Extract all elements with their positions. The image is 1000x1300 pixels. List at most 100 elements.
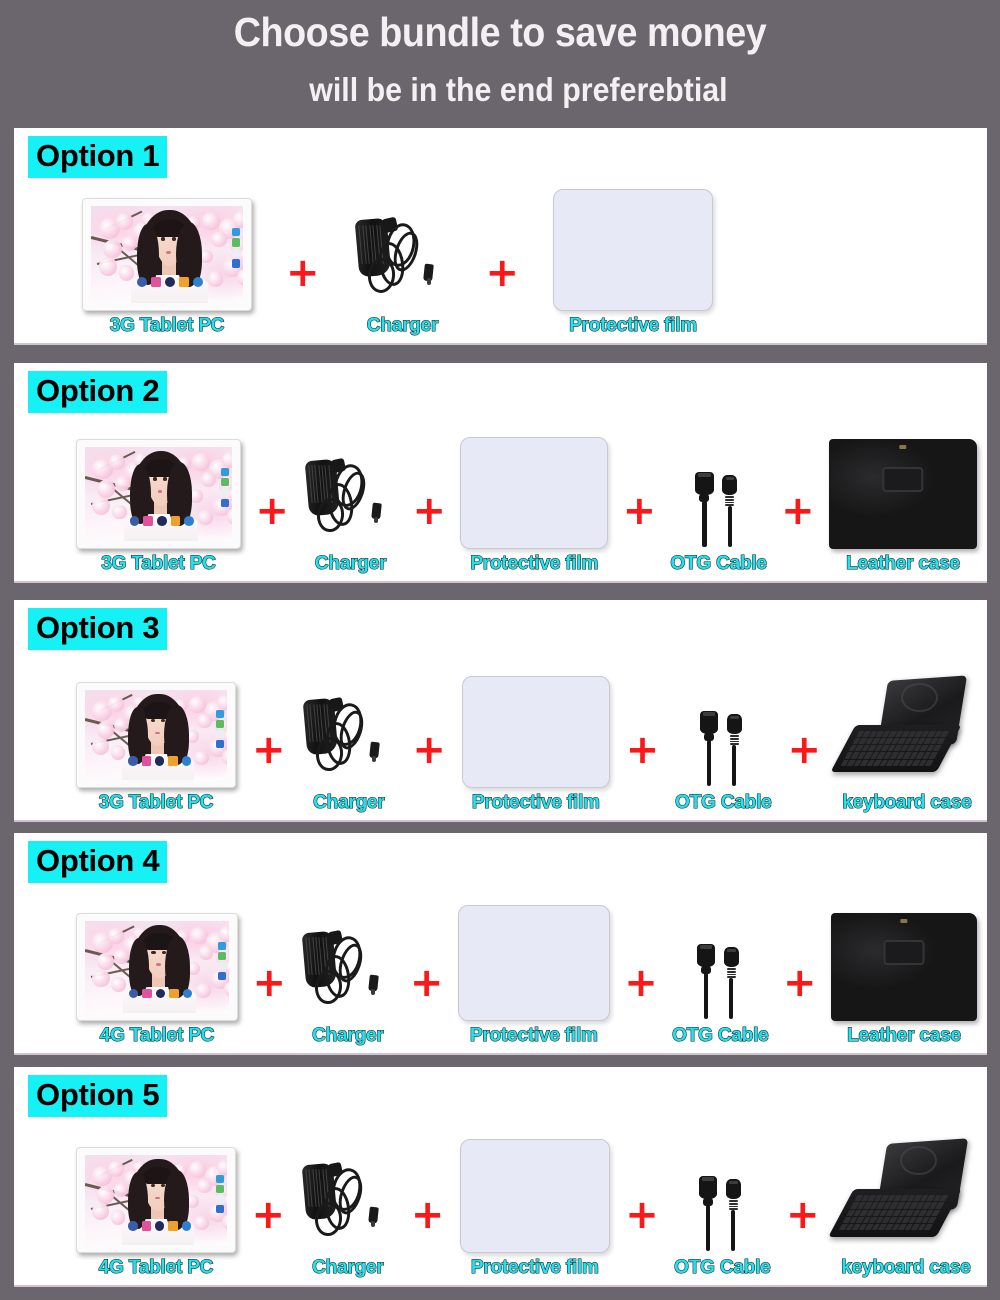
dock-icon: [143, 516, 154, 526]
bundle-item-label: keyboard case: [841, 1256, 972, 1278]
bundle-item[interactable]: OTG Cable: [675, 709, 772, 814]
bundle-item[interactable]: 3G Tablet PC: [76, 682, 236, 814]
cherry-blossom: [111, 504, 127, 520]
cherry-blossom: [113, 1182, 129, 1197]
option-row[interactable]: Option 3 3G Tablet PC + Charger + Protective …: [14, 600, 987, 822]
dock-icon: [141, 756, 151, 766]
bundle-item-label: keyboard case: [842, 791, 973, 813]
eye-right: [163, 477, 168, 481]
bundle-item[interactable]: Charger: [300, 926, 395, 1047]
otg-usb-cord: [703, 972, 709, 1019]
dock-icon: [128, 1221, 138, 1231]
bundle-item[interactable]: Charger: [300, 1158, 395, 1279]
option-row[interactable]: Option 4 4G Tablet PC + Charger + Protective …: [14, 833, 987, 1055]
bundle-item[interactable]: Protective film: [460, 437, 609, 575]
app-icon-column: [216, 710, 224, 748]
dock-icon: [157, 516, 167, 526]
charger-connector-tip: [373, 516, 379, 524]
bundle-item-label: Leather case: [846, 552, 961, 574]
cherry-blossom: [222, 451, 232, 469]
bundle-item[interactable]: OTG Cable: [670, 470, 768, 575]
bundle-item[interactable]: 3G Tablet PC: [82, 198, 252, 337]
bundle-item[interactable]: Charger: [303, 454, 398, 575]
tablet-camera-icon: [152, 443, 166, 456]
bundle-item[interactable]: Charger: [354, 213, 452, 337]
bundle-item[interactable]: Protective film: [459, 1139, 610, 1279]
bundle-item[interactable]: Charger: [301, 693, 396, 814]
cherry-blossom: [217, 1159, 227, 1176]
bundle-items: 3G Tablet PC + Charger + Protective film + OTG…: [14, 642, 987, 814]
cherry-blossom: [192, 452, 211, 471]
bundle-item-image: [76, 1147, 236, 1253]
cherry-blossom: [190, 926, 208, 945]
cherry-blossom: [103, 239, 122, 259]
cherry-blossom: [221, 748, 227, 765]
option-row[interactable]: Option 2 3G Tablet PC + Charger + Protective …: [14, 363, 987, 583]
bundle-item[interactable]: 4G Tablet PC: [76, 1147, 236, 1279]
bundle-item-image: [459, 1139, 610, 1253]
dock: [137, 277, 204, 288]
bundle-item[interactable]: Leather case: [828, 439, 977, 575]
otg-micro-port-opening: [727, 948, 736, 952]
bundle-item-image: [76, 913, 238, 1021]
bundle-item-image: [301, 693, 396, 788]
dock: [129, 516, 195, 526]
bundle-item[interactable]: Protective film: [457, 905, 610, 1047]
cherry-blossom: [237, 269, 243, 287]
otg-usb-port-opening: [699, 945, 713, 950]
otg-micro-cord: [731, 1210, 736, 1251]
bundle-item[interactable]: Protective film: [553, 189, 714, 337]
bundle-items: 4G Tablet PC + Charger + Protective film + OTG…: [14, 875, 987, 1047]
tablet-camera-icon: [149, 686, 163, 699]
dock-icon: [154, 756, 165, 766]
option-row[interactable]: Option 5 4G Tablet PC + Charger + Protective …: [14, 1067, 987, 1287]
cherry-blossom: [114, 475, 130, 491]
cherry-blossom: [108, 696, 124, 713]
cherry-blossom: [223, 981, 229, 998]
otg-cable-icon: [688, 470, 750, 549]
bundle-item-image: [76, 439, 241, 549]
option-badge: Option 1: [28, 136, 168, 178]
otg-micro-port-opening: [725, 476, 734, 480]
plus-icon: +: [251, 1192, 285, 1238]
app-icon: [231, 248, 240, 258]
cherry-blossom: [198, 510, 214, 526]
bundle-item[interactable]: Leather case: [830, 913, 977, 1047]
cherry-blossom: [111, 977, 126, 992]
cherry-blossom: [108, 927, 125, 944]
bundle-item-label: Protective film: [470, 1256, 599, 1278]
app-icon-column: [217, 941, 226, 980]
bundle-item[interactable]: keyboard case: [827, 1138, 977, 1279]
bundle-item[interactable]: OTG Cable: [672, 942, 769, 1047]
bundle-item[interactable]: 3G Tablet PC: [76, 439, 241, 575]
bundle-item-label: Protective film: [471, 791, 600, 813]
keyboard-case-lid-arc: [901, 682, 938, 712]
app-icon: [217, 951, 226, 960]
dock-icon: [169, 988, 179, 999]
tablet-icon: [82, 198, 252, 311]
bundle-item-image: [303, 454, 398, 549]
bundle-item[interactable]: keyboard case: [830, 675, 977, 814]
hair-left: [129, 464, 151, 524]
bundle-item-label: Leather case: [847, 1024, 962, 1046]
app-icon-column: [231, 227, 240, 268]
dock-icon: [193, 277, 204, 288]
otg-micro-cord: [729, 978, 734, 1019]
cherry-blossom: [221, 1213, 227, 1230]
cherry-blossom: [96, 1186, 114, 1204]
cherry-blossom: [226, 508, 232, 525]
option-row[interactable]: Option 1 3G Tablet PC + Charger + Protective …: [14, 128, 987, 345]
cherry-blossom: [110, 1210, 126, 1225]
dock: [128, 756, 191, 766]
bundle-item[interactable]: OTG Cable: [674, 1174, 771, 1279]
app-icon: [217, 941, 226, 950]
app-icon: [216, 1204, 224, 1213]
cherry-blossom: [194, 750, 209, 766]
bundle-item[interactable]: Protective film: [461, 676, 610, 814]
app-icon: [216, 1175, 224, 1184]
app-icon: [216, 720, 224, 729]
header: Choose bundle to save money will be in t…: [0, 0, 1000, 128]
cherry-blossom: [208, 271, 224, 287]
bundle-item-image: [82, 198, 252, 311]
bundle-item[interactable]: 4G Tablet PC: [76, 913, 238, 1047]
